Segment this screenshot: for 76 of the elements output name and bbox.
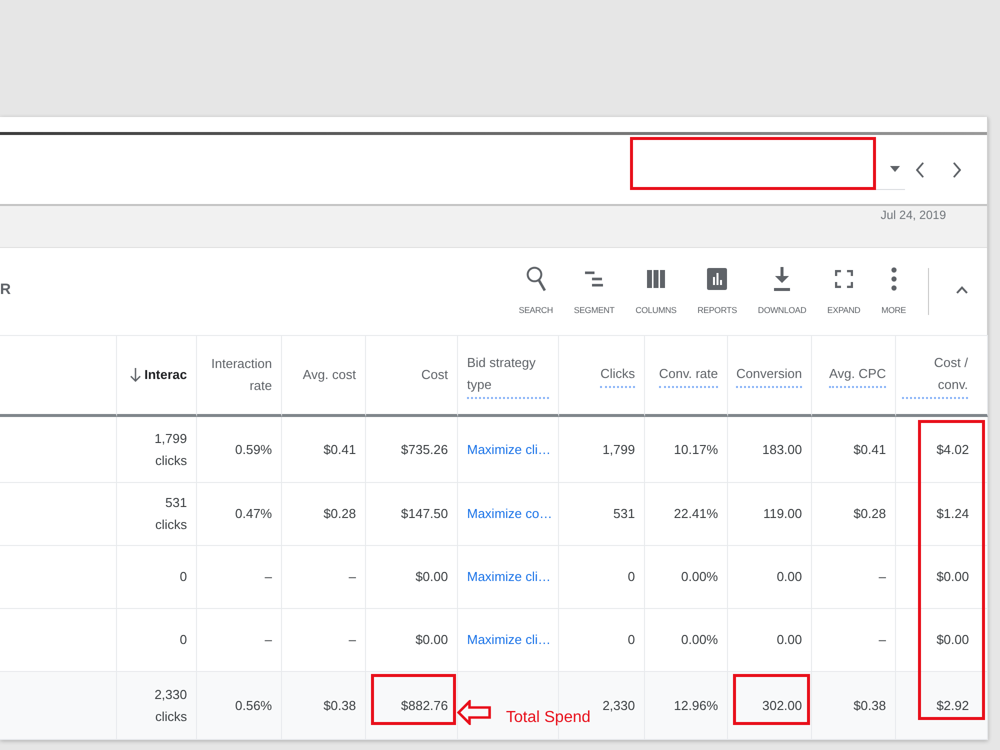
bid-strategy-link[interactable]: Maximize co… [467, 505, 552, 524]
date-label: Jul 24, 2019 [880, 208, 946, 224]
table-cell: – [264, 568, 272, 586]
cut-off-label: R [0, 281, 11, 300]
toolbar-button[interactable]: EXPAND [827, 266, 860, 316]
table-cell: – [264, 631, 272, 650]
table-cell: $0.00 [936, 568, 969, 586]
table-cell: 0.00 [776, 568, 802, 586]
toolbar-button[interactable]: SEGMENT [574, 266, 614, 316]
table-cell-text: 531 clicks [155, 494, 187, 534]
table-cell: 22.41% [674, 505, 718, 524]
table-cell: 0 [628, 631, 635, 650]
table-cell: $0.41 [323, 440, 356, 459]
table-cell: 0.00% [681, 631, 718, 650]
toolbar-button[interactable]: DOWNLOAD [758, 266, 806, 316]
dropdown-caret-icon [890, 166, 900, 172]
table-cell-text: 1,799 clicks [154, 430, 187, 470]
left-arrow-icon [457, 700, 491, 726]
table-cell: 183.00 [762, 440, 802, 459]
table-cell: $4.02 [936, 440, 969, 459]
column-header[interactable]: Avg. cost [302, 364, 356, 386]
table-cell: $0.00 [415, 631, 448, 650]
columns-icon [646, 270, 665, 288]
table-cell: – [348, 568, 356, 586]
bid-strategy-link[interactable]: Maximize cli… [467, 568, 551, 586]
column-header[interactable]: Cost [421, 364, 448, 386]
table-cell: 119.00 [763, 505, 802, 524]
toolbar-button[interactable]: COLUMNS [635, 266, 676, 316]
table-cell: 531 [613, 505, 635, 524]
table-cell: $147.50 [401, 505, 448, 524]
table-cell: 0.00% [681, 568, 718, 586]
corners-icon [834, 270, 853, 288]
annotation-text: Total Spend [506, 708, 591, 728]
table-cell: 2,330 [602, 696, 635, 715]
table-cell: – [878, 631, 886, 650]
table-cell: 0.59% [235, 440, 272, 459]
table-cell: – [878, 568, 886, 586]
table-cell: $0.28 [853, 505, 886, 524]
table-cell: $882.76 [401, 696, 448, 715]
table-cell: 0.56% [235, 696, 272, 715]
search-icon [526, 266, 546, 292]
column-header[interactable]: Interac [130, 364, 187, 386]
table-cell: 10.17% [674, 440, 718, 459]
chevron-right-icon [953, 162, 961, 178]
table-cell: 1,799 [602, 440, 635, 459]
bid-strategy-link[interactable]: Maximize cli… [467, 631, 551, 650]
table-cell: 0.47% [235, 505, 272, 524]
download-icon [773, 267, 792, 292]
table-cell: 0 [180, 631, 187, 650]
arrow-down-icon [130, 368, 142, 382]
table-cell: $2.92 [936, 696, 969, 715]
table-cell: 302.00 [762, 696, 802, 715]
vertical-dots-icon [890, 267, 897, 292]
table-cell: $735.26 [401, 440, 448, 459]
column-header[interactable]: Clicks [600, 362, 635, 388]
table-cell: $0.28 [323, 505, 356, 524]
table-cell: 0.00 [776, 631, 802, 650]
table-cell: 12.96% [674, 696, 718, 715]
table-cell: – [348, 631, 356, 650]
table-cell: $0.41 [853, 440, 886, 459]
table-cell: 0 [180, 568, 187, 586]
table-cell: $1.24 [936, 505, 969, 524]
toolbar-button[interactable]: MORE [881, 266, 906, 316]
toolbar-button[interactable]: SEARCH [518, 266, 553, 316]
table-cell: $0.00 [415, 568, 448, 586]
table-cell: $0.38 [323, 696, 356, 715]
chevron-left-icon [916, 162, 924, 178]
bar-chart-icon [707, 268, 728, 290]
table-cell: $0.00 [936, 631, 969, 650]
lines-icon [585, 271, 604, 288]
table-cell-text: 2,330 clicks [154, 686, 187, 726]
bid-strategy-link[interactable]: Maximize cli… [467, 440, 551, 459]
caret-up-icon [956, 286, 968, 294]
table-cell: 0 [628, 568, 635, 586]
toolbar-button[interactable]: REPORTS [697, 266, 737, 316]
table-cell: $0.38 [853, 696, 886, 715]
